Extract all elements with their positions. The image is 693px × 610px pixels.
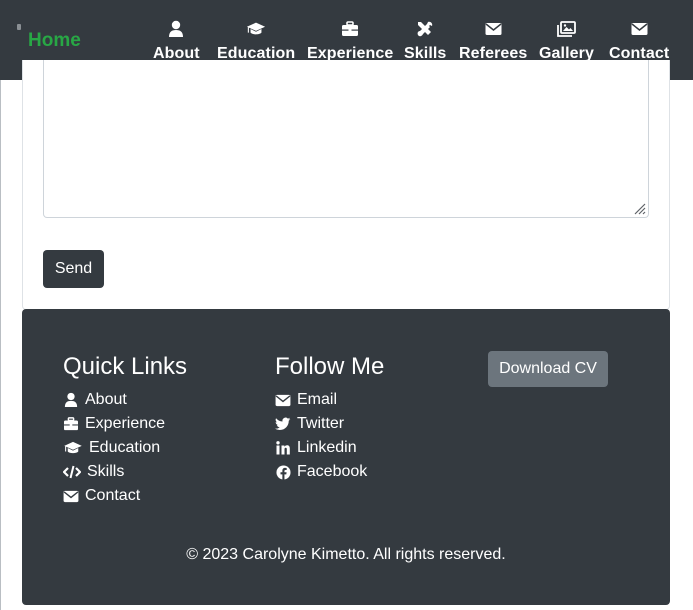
follow-link-twitter[interactable]: Twitter [275, 413, 344, 435]
envelope-icon [275, 392, 291, 408]
envelope-icon [629, 19, 649, 39]
envelope-icon [63, 488, 79, 504]
user-icon [63, 392, 79, 408]
nav-item-skills[interactable]: Skills [404, 19, 446, 65]
code-icon [63, 464, 81, 480]
follow-link-label: Twitter [297, 415, 345, 432]
quick-link-experience[interactable]: Experience [63, 413, 165, 435]
graduation-cap-icon [63, 440, 83, 456]
follow-link-linkedin[interactable]: Linkedin [275, 437, 357, 459]
nav-item-education[interactable]: Education [217, 19, 295, 65]
nav-item-referees[interactable]: Referees [459, 19, 527, 65]
briefcase-icon [340, 19, 360, 39]
quick-links-title: Quick Links [63, 353, 188, 380]
linkedin-icon [275, 440, 291, 456]
quick-link-label: Skills [87, 463, 125, 480]
quick-link-label: Experience [85, 415, 166, 432]
quick-link-contact[interactable]: Contact [63, 485, 140, 507]
tools-icon [415, 19, 435, 39]
nav-item-experience[interactable]: Experience [307, 19, 393, 65]
quick-link-label: Education [89, 439, 161, 456]
nav-item-gallery[interactable]: Gallery [539, 19, 594, 65]
page-left-edge [0, 0, 1, 610]
footer: Quick Links About Experience Education S… [22, 309, 670, 605]
quick-link-about[interactable]: About [63, 389, 127, 411]
quick-link-label: About [85, 391, 127, 408]
follow-link-facebook[interactable]: Facebook [275, 461, 367, 483]
send-button[interactable]: Send [43, 250, 104, 288]
follow-me-title: Follow Me [275, 353, 385, 380]
home-link[interactable]: Home [28, 30, 81, 52]
quick-link-label: Contact [85, 487, 141, 504]
quick-link-education[interactable]: Education [63, 437, 160, 459]
graduation-cap-icon [246, 19, 266, 39]
envelope-icon [483, 19, 503, 39]
nav-item-about[interactable]: About [153, 19, 200, 65]
resize-handle-icon[interactable] [632, 201, 646, 215]
follow-link-label: Facebook [297, 463, 368, 480]
download-cv-button[interactable]: Download CV [488, 351, 608, 387]
brand-logo-icon [17, 24, 21, 30]
quick-link-skills[interactable]: Skills [63, 461, 124, 483]
copyright-text: © 2023 Carolyne Kimetto. All rights rese… [186, 546, 506, 563]
images-icon [556, 19, 576, 39]
facebook-icon [275, 464, 291, 480]
follow-link-email[interactable]: Email [275, 389, 337, 411]
twitter-icon [275, 416, 291, 432]
follow-link-label: Linkedin [297, 439, 357, 456]
follow-link-label: Email [297, 391, 338, 408]
briefcase-icon [63, 416, 79, 432]
message-textarea[interactable] [43, 60, 649, 218]
nav-item-contact[interactable]: Contact [609, 19, 669, 65]
user-icon [166, 19, 186, 39]
